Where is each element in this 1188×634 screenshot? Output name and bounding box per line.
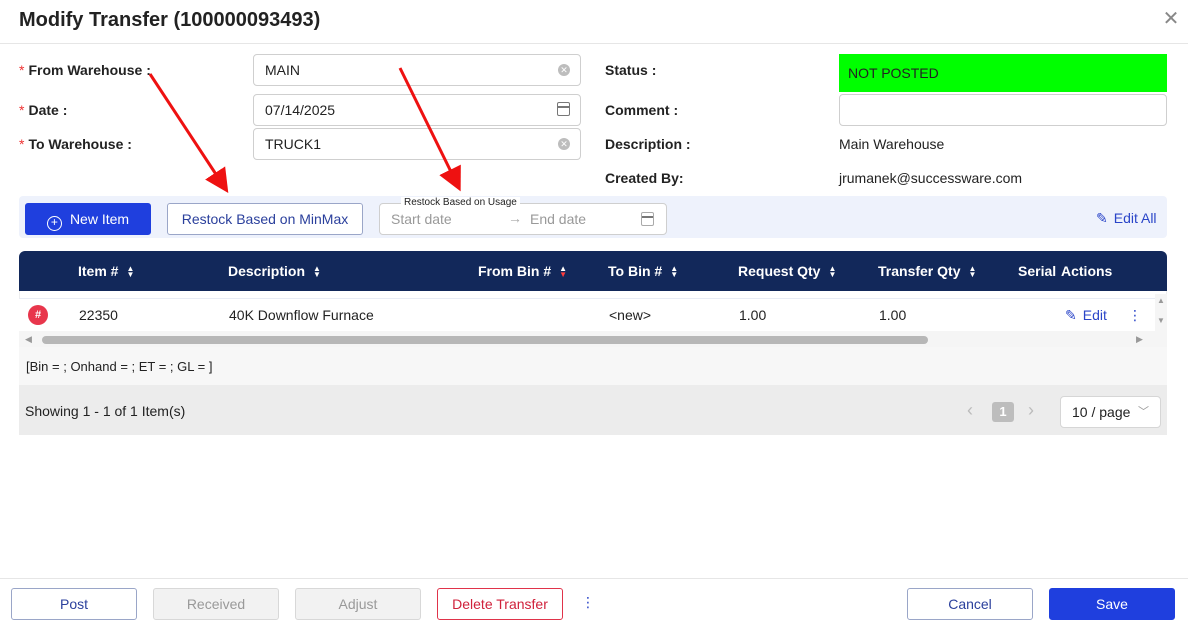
annotation-arrows (148, 67, 461, 194)
annotation-arrow-usage (398, 67, 461, 192)
post-button[interactable]: Post (11, 588, 137, 620)
more-actions-icon[interactable]: ⋮ (581, 594, 595, 611)
cancel-button[interactable]: Cancel (907, 588, 1033, 620)
save-button[interactable]: Save (1049, 588, 1175, 620)
delete-transfer-button[interactable]: Delete Transfer (437, 588, 563, 620)
adjust-button[interactable]: Adjust (295, 588, 421, 620)
footer-divider (0, 578, 1188, 579)
received-button[interactable]: Received (153, 588, 279, 620)
annotation-arrow-minmax (148, 73, 229, 194)
